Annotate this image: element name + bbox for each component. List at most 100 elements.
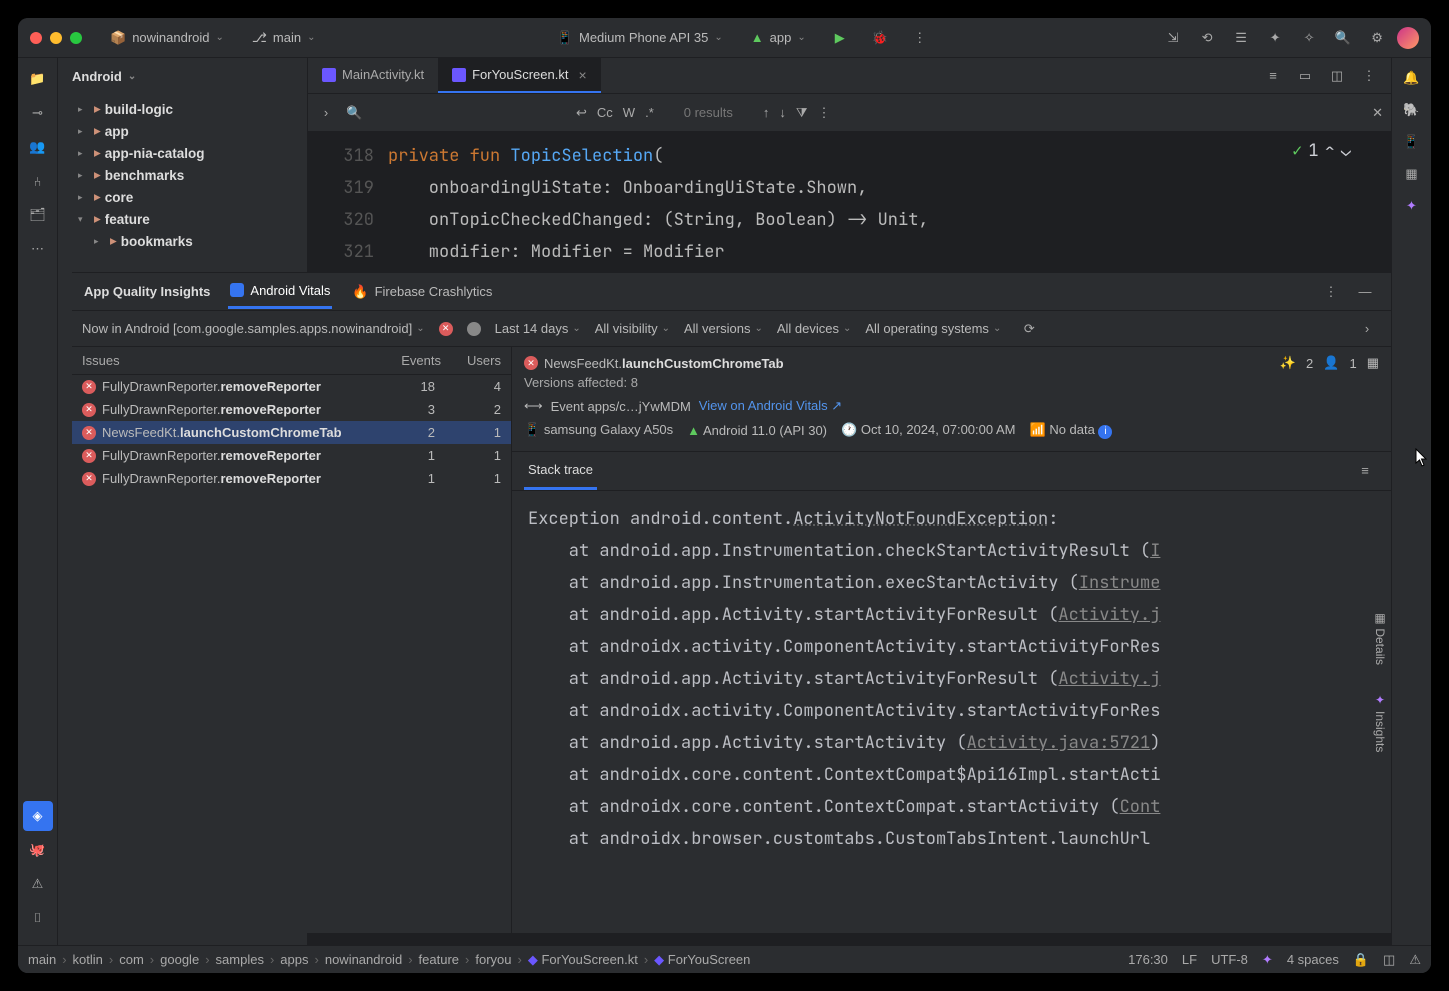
refactor-icon[interactable]: ⟲ — [1193, 24, 1221, 52]
reader-mode-icon[interactable]: ▭ — [1291, 62, 1319, 90]
crashlytics-tab[interactable]: 🔥 Firebase Crashlytics — [350, 276, 494, 308]
more-run-button[interactable]: ⋮ — [906, 24, 934, 52]
app-quality-insights-icon[interactable]: ◈ — [23, 801, 53, 831]
breadcrumb-item[interactable]: ◆ ForYouScreen — [654, 952, 750, 968]
gradle-icon[interactable]: 🐘 — [1398, 96, 1426, 124]
tree-item[interactable]: ▸▸core — [58, 186, 307, 208]
next-page-icon[interactable]: › — [1353, 315, 1381, 343]
time-filter-icon[interactable] — [467, 322, 481, 336]
view-on-vitals-link[interactable]: View on Android Vitals ↗ — [699, 398, 842, 414]
android-vitals-tab[interactable]: Android Vitals — [228, 275, 332, 309]
breadcrumb-item[interactable]: ◆ ForYouScreen.kt — [528, 952, 638, 968]
tree-item[interactable]: ▸▸benchmarks — [58, 164, 307, 186]
fatal-filter-icon[interactable]: ✕ — [439, 322, 453, 336]
preview-icon[interactable]: ◫ — [1323, 62, 1351, 90]
app-selector[interactable]: Now in Android [com.google.samples.apps.… — [82, 321, 425, 336]
device-manager-icon[interactable]: 📱 — [1398, 128, 1426, 156]
assistant-icon[interactable]: ✦ — [1398, 192, 1426, 220]
close-find-icon[interactable]: ✕ — [1372, 105, 1383, 121]
tree-item[interactable]: ▸▸app — [58, 120, 307, 142]
editor-tab[interactable]: MainActivity.kt — [308, 58, 438, 93]
table-icon[interactable]: ▦ — [1367, 355, 1379, 371]
breadcrumb-item[interactable]: foryou — [475, 952, 511, 967]
expand-find-icon[interactable]: › — [316, 105, 336, 120]
prev-occurrence-icon[interactable]: ↩ — [576, 105, 587, 121]
prev-problem-icon[interactable]: ⌃ — [1325, 140, 1335, 162]
list-icon[interactable]: ☰ — [1227, 24, 1255, 52]
problems-icon[interactable]: ⚠ — [23, 869, 53, 899]
project-tool-icon[interactable]: 📁 — [23, 64, 53, 94]
commit-tool-icon[interactable]: ⊸ — [23, 98, 53, 128]
settings-icon[interactable]: ⚙ — [1363, 24, 1391, 52]
minimize-panel-icon[interactable]: — — [1351, 278, 1379, 306]
issue-row[interactable]: ✕NewsFeedKt.launchCustomChromeTab21 — [72, 421, 511, 444]
debug-button[interactable]: 🐞 — [866, 24, 894, 52]
issue-row[interactable]: ✕FullyDrawnReporter.removeReporter11 — [72, 467, 511, 490]
tree-item[interactable]: ▸▸app-nia-catalog — [58, 142, 307, 164]
build-variants-icon[interactable]: 🐙 — [23, 835, 53, 865]
line-ending[interactable]: LF — [1182, 952, 1197, 967]
versions-filter[interactable]: All versions⌄ — [684, 321, 763, 336]
match-case-toggle[interactable]: Cc — [597, 105, 613, 120]
find-input[interactable] — [370, 105, 510, 120]
resource-manager-icon[interactable]: 🗂 — [23, 200, 53, 230]
refresh-icon[interactable]: ⟳ — [1015, 315, 1043, 343]
problems-badge[interactable]: ✓ 1 ⌃ ⌄ — [1292, 140, 1351, 162]
aqi-options-icon[interactable]: ⋮ — [1317, 278, 1345, 306]
next-match-icon[interactable]: ↓ — [779, 105, 786, 120]
breadcrumb-item[interactable]: main — [28, 952, 56, 967]
close-window[interactable] — [30, 32, 42, 44]
memory-icon[interactable]: ◫ — [1383, 952, 1395, 968]
device-selector[interactable]: 📱 Medium Phone API 35 ⌄ — [549, 26, 731, 50]
breadcrumb-item[interactable]: nowinandroid — [325, 952, 402, 967]
maximize-window[interactable] — [70, 32, 82, 44]
os-filter[interactable]: All operating systems⌄ — [865, 321, 1001, 336]
visibility-filter[interactable]: All visibility⌄ — [595, 321, 670, 336]
time-filter[interactable]: Last 14 days⌄ — [495, 321, 581, 336]
next-problem-icon[interactable]: ⌄ — [1341, 140, 1351, 162]
run-button[interactable]: ▶ — [826, 24, 854, 52]
editor-tab[interactable]: ForYouScreen.kt× — [438, 58, 601, 93]
details-side-tab[interactable]: ▦ Details — [1369, 601, 1391, 675]
code-with-me-icon[interactable]: ⇲ — [1159, 24, 1187, 52]
cursor-position[interactable]: 176:30 — [1128, 952, 1168, 967]
breadcrumb-item[interactable]: feature — [419, 952, 459, 967]
breadcrumb-item[interactable]: google — [160, 952, 199, 967]
minimize-window[interactable] — [50, 32, 62, 44]
words-toggle[interactable]: W — [623, 105, 635, 120]
stack-trace-tab[interactable]: Stack trace — [524, 452, 597, 490]
issue-row[interactable]: ✕FullyDrawnReporter.removeReporter32 — [72, 398, 511, 421]
filter-icon[interactable]: ⧩ — [796, 105, 808, 121]
issue-row[interactable]: ✕FullyDrawnReporter.removeReporter184 — [72, 375, 511, 398]
breadcrumb-item[interactable]: apps — [280, 952, 308, 967]
avatar[interactable] — [1397, 27, 1419, 49]
pull-requests-icon[interactable]: ⑃ — [23, 166, 53, 196]
issue-row[interactable]: ✕FullyDrawnReporter.removeReporter11 — [72, 444, 511, 467]
insights-side-tab[interactable]: ✦ Insights — [1369, 683, 1391, 762]
prev-match-icon[interactable]: ↑ — [763, 105, 770, 120]
find-more-icon[interactable]: ⋮ — [818, 105, 831, 121]
terminal-icon[interactable]: ⌷ — [23, 903, 53, 933]
wrap-icon[interactable]: ≡ — [1351, 457, 1379, 485]
module-selector[interactable]: ▲ app ⌄ — [743, 26, 814, 49]
breadcrumb-item[interactable]: com — [119, 952, 144, 967]
breadcrumb-item[interactable]: samples — [216, 952, 264, 967]
updates-icon[interactable]: ✧ — [1295, 24, 1323, 52]
regex-toggle[interactable]: .* — [645, 105, 654, 120]
more-tools-icon[interactable]: ⋯ — [23, 234, 53, 264]
project-view-selector[interactable]: Android ⌄ — [58, 58, 307, 94]
tab-options-icon[interactable]: ⋮ — [1355, 62, 1383, 90]
search-icon[interactable]: 🔍 — [1329, 24, 1357, 52]
close-tab-icon[interactable]: × — [578, 67, 586, 83]
ai-status-icon[interactable]: ✦ — [1262, 952, 1273, 968]
info-icon[interactable]: i — [1098, 425, 1112, 439]
running-devices-icon[interactable]: ▦ — [1398, 160, 1426, 188]
tree-item[interactable]: ▾▸feature — [58, 208, 307, 230]
tree-item[interactable]: ▸▸bookmarks — [58, 230, 307, 252]
encoding[interactable]: UTF-8 — [1211, 952, 1248, 967]
branch-selector[interactable]: ⎇ main ⌄ — [244, 26, 324, 50]
indent-setting[interactable]: 4 spaces — [1287, 952, 1339, 967]
devices-filter[interactable]: All devices⌄ — [777, 321, 852, 336]
breadcrumb-item[interactable]: kotlin — [73, 952, 103, 967]
lock-icon[interactable]: 🔒 — [1353, 952, 1369, 968]
